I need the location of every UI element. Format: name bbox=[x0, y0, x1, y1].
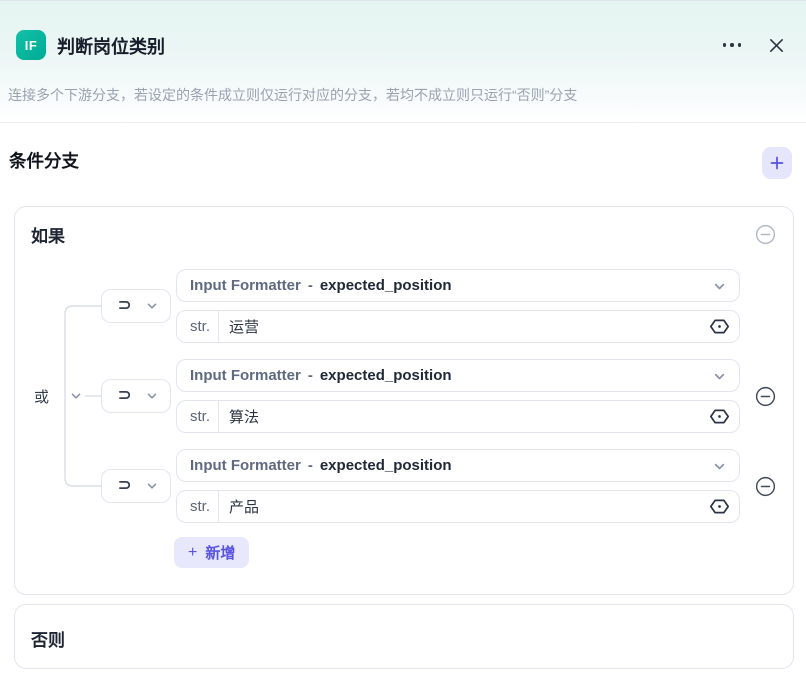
remove-condition-button-3[interactable] bbox=[755, 476, 776, 497]
switch-to-reference-button[interactable] bbox=[709, 406, 730, 427]
section-title: 条件分支 bbox=[9, 148, 79, 173]
separator: - bbox=[308, 367, 313, 384]
minus-circle-icon bbox=[755, 386, 776, 407]
value-type-tag: str. bbox=[177, 401, 219, 432]
contains-operator-symbol: ⊃ bbox=[118, 388, 131, 404]
chevron-down-icon bbox=[713, 460, 726, 473]
source-field-name: expected_position bbox=[320, 457, 452, 474]
contains-operator-symbol: ⊃ bbox=[118, 298, 131, 314]
chevron-down-icon bbox=[146, 300, 158, 312]
condition-value-input-1[interactable] bbox=[219, 311, 709, 342]
source-field-name: expected_position bbox=[320, 367, 452, 384]
remove-condition-button-2[interactable] bbox=[755, 386, 776, 407]
add-condition-button[interactable]: + 新增 bbox=[174, 537, 249, 568]
chevron-down-icon bbox=[70, 390, 82, 402]
if-node-icon-label: IF bbox=[25, 38, 38, 53]
if-branch-card: 如果 或 ⊃ Input Formatter - expected_positi… bbox=[14, 206, 794, 595]
value-type-tag: str. bbox=[177, 311, 219, 342]
else-branch-card: 否则 bbox=[14, 604, 794, 669]
if-node-config-panel: IF 判断岗位类别 连接多个下游分支，若设定的条件成立则仅运行对应的分支，若均不… bbox=[0, 0, 806, 677]
chevron-down-icon bbox=[713, 280, 726, 293]
source-node-name: Input Formatter bbox=[190, 367, 301, 384]
condition-value-input-2[interactable] bbox=[219, 401, 709, 432]
header-actions bbox=[723, 35, 787, 55]
condition-right-operand-2: str. bbox=[176, 400, 740, 433]
plus-icon: + bbox=[188, 545, 197, 561]
chevron-down-icon bbox=[146, 390, 158, 402]
condition-operator-select-2[interactable]: ⊃ bbox=[101, 379, 171, 413]
plus-icon bbox=[769, 155, 785, 171]
hexagon-dot-icon bbox=[709, 406, 730, 427]
source-node-name: Input Formatter bbox=[190, 277, 301, 294]
if-branch-label: 如果 bbox=[31, 222, 65, 247]
more-menu-button[interactable] bbox=[723, 35, 742, 55]
logic-operator-select[interactable]: 或 bbox=[34, 384, 82, 408]
hexagon-dot-icon bbox=[709, 496, 730, 517]
panel-title: 判断岗位类别 bbox=[57, 33, 165, 59]
hexagon-dot-icon bbox=[709, 316, 730, 337]
condition-right-operand-3: str. bbox=[176, 490, 740, 523]
remove-branch-button[interactable] bbox=[755, 224, 776, 245]
value-type-tag: str. bbox=[177, 491, 219, 522]
chevron-down-icon bbox=[713, 370, 726, 383]
add-condition-label: 新增 bbox=[205, 542, 235, 563]
condition-left-operand-select-1[interactable]: Input Formatter - expected_position bbox=[176, 269, 740, 302]
if-node-icon: IF bbox=[16, 30, 46, 60]
condition-value-input-3[interactable] bbox=[219, 491, 709, 522]
close-button[interactable] bbox=[767, 36, 786, 55]
condition-right-operand-1: str. bbox=[176, 310, 740, 343]
minus-circle-icon bbox=[755, 224, 776, 245]
condition-left-operand-select-3[interactable]: Input Formatter - expected_position bbox=[176, 449, 740, 482]
chevron-down-icon bbox=[146, 480, 158, 492]
condition-operator-select-1[interactable]: ⊃ bbox=[101, 289, 171, 323]
condition-left-operand-select-2[interactable]: Input Formatter - expected_position bbox=[176, 359, 740, 392]
minus-circle-icon bbox=[755, 476, 776, 497]
switch-to-reference-button[interactable] bbox=[709, 496, 730, 517]
switch-to-reference-button[interactable] bbox=[709, 316, 730, 337]
else-branch-label: 否则 bbox=[31, 626, 65, 651]
panel-description: 连接多个下游分支，若设定的条件成立则仅运行对应的分支，若均不成立则只运行“否则”… bbox=[8, 85, 798, 105]
condition-operator-select-3[interactable]: ⊃ bbox=[101, 469, 171, 503]
separator: - bbox=[308, 457, 313, 474]
contains-operator-symbol: ⊃ bbox=[118, 478, 131, 494]
add-branch-button[interactable] bbox=[762, 147, 792, 179]
separator: - bbox=[308, 277, 313, 294]
close-icon bbox=[767, 36, 786, 55]
more-dots-icon bbox=[723, 35, 742, 55]
source-field-name: expected_position bbox=[320, 277, 452, 294]
source-node-name: Input Formatter bbox=[190, 457, 301, 474]
logic-operator-value: 或 bbox=[34, 386, 49, 407]
